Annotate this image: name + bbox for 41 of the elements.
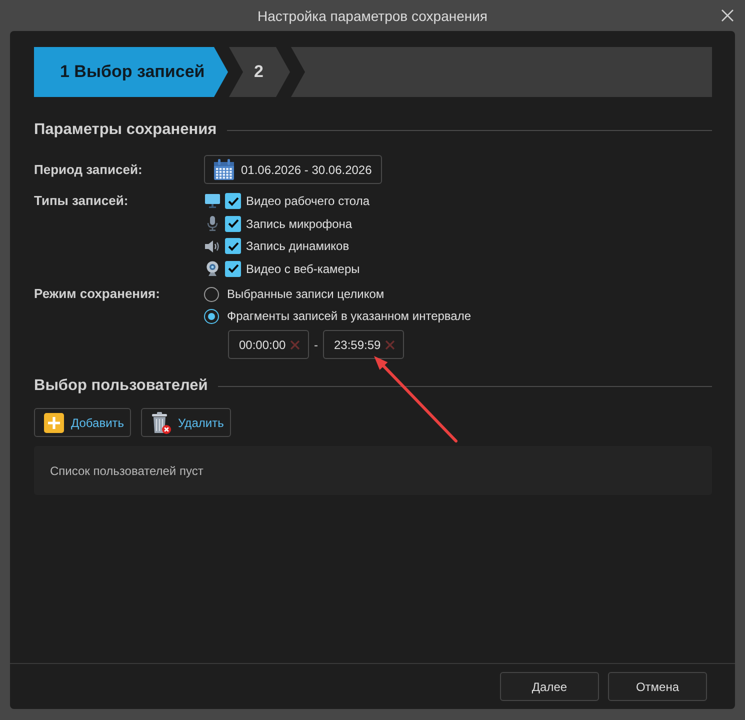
calendar-icon: [214, 159, 234, 180]
section-heading: Выбор пользователей: [34, 377, 208, 395]
range-separator: -: [314, 338, 318, 352]
add-button[interactable]: Добавить: [34, 408, 131, 437]
webcam-icon: [206, 261, 218, 276]
checkbox-label: Видео рабочего стола: [246, 194, 370, 208]
checkbox[interactable]: [225, 238, 241, 254]
checkbox[interactable]: [225, 216, 241, 232]
checkmark-icon: [228, 196, 238, 206]
radio-label: Выбранные записи целиком: [227, 287, 384, 301]
close-icon[interactable]: [721, 9, 734, 22]
cancel-button[interactable]: Отмена: [608, 672, 707, 701]
section-heading: Параметры сохранения: [34, 121, 217, 139]
field-label: Период записей:: [34, 161, 144, 179]
plus-icon: [44, 412, 64, 432]
window-title: Настройка параметров сохранения: [257, 8, 488, 24]
monitor-icon: [204, 194, 220, 208]
checkbox[interactable]: [225, 193, 241, 210]
checkmark-icon: [228, 242, 238, 251]
checkbox-label: Видео с веб-камеры: [246, 262, 360, 276]
field-label: Типы записей:: [34, 192, 130, 210]
date-range-field[interactable]: 01.06.2026 - 30.06.2026: [204, 155, 382, 184]
radio-button[interactable]: [204, 286, 219, 302]
wizard-step: 1 Выбор записей: [34, 47, 228, 97]
empty-list-message: Список пользователей пуст: [50, 464, 204, 478]
wizard-step: 2: [229, 47, 290, 97]
checkbox[interactable]: [225, 260, 241, 277]
trash-icon: [151, 412, 171, 434]
radio-label: Фрагменты записей в указанном интервале: [227, 309, 472, 323]
field-label: Режим сохранения:: [34, 285, 161, 303]
checkmark-icon: [228, 219, 238, 228]
microphone-icon: [206, 216, 218, 232]
checkmark-icon: [228, 264, 238, 274]
time-field[interactable]: 23:59:59: [323, 330, 404, 359]
checkbox-label: Запись микрофона: [246, 216, 352, 231]
speaker-icon: [204, 240, 220, 253]
radio-button[interactable]: [204, 308, 219, 324]
delete-button[interactable]: Удалить: [141, 408, 231, 437]
next-button[interactable]: Далее: [500, 672, 599, 701]
checkbox-label: Запись динамиков: [246, 239, 350, 254]
time-field[interactable]: 00:00:00: [228, 330, 309, 359]
